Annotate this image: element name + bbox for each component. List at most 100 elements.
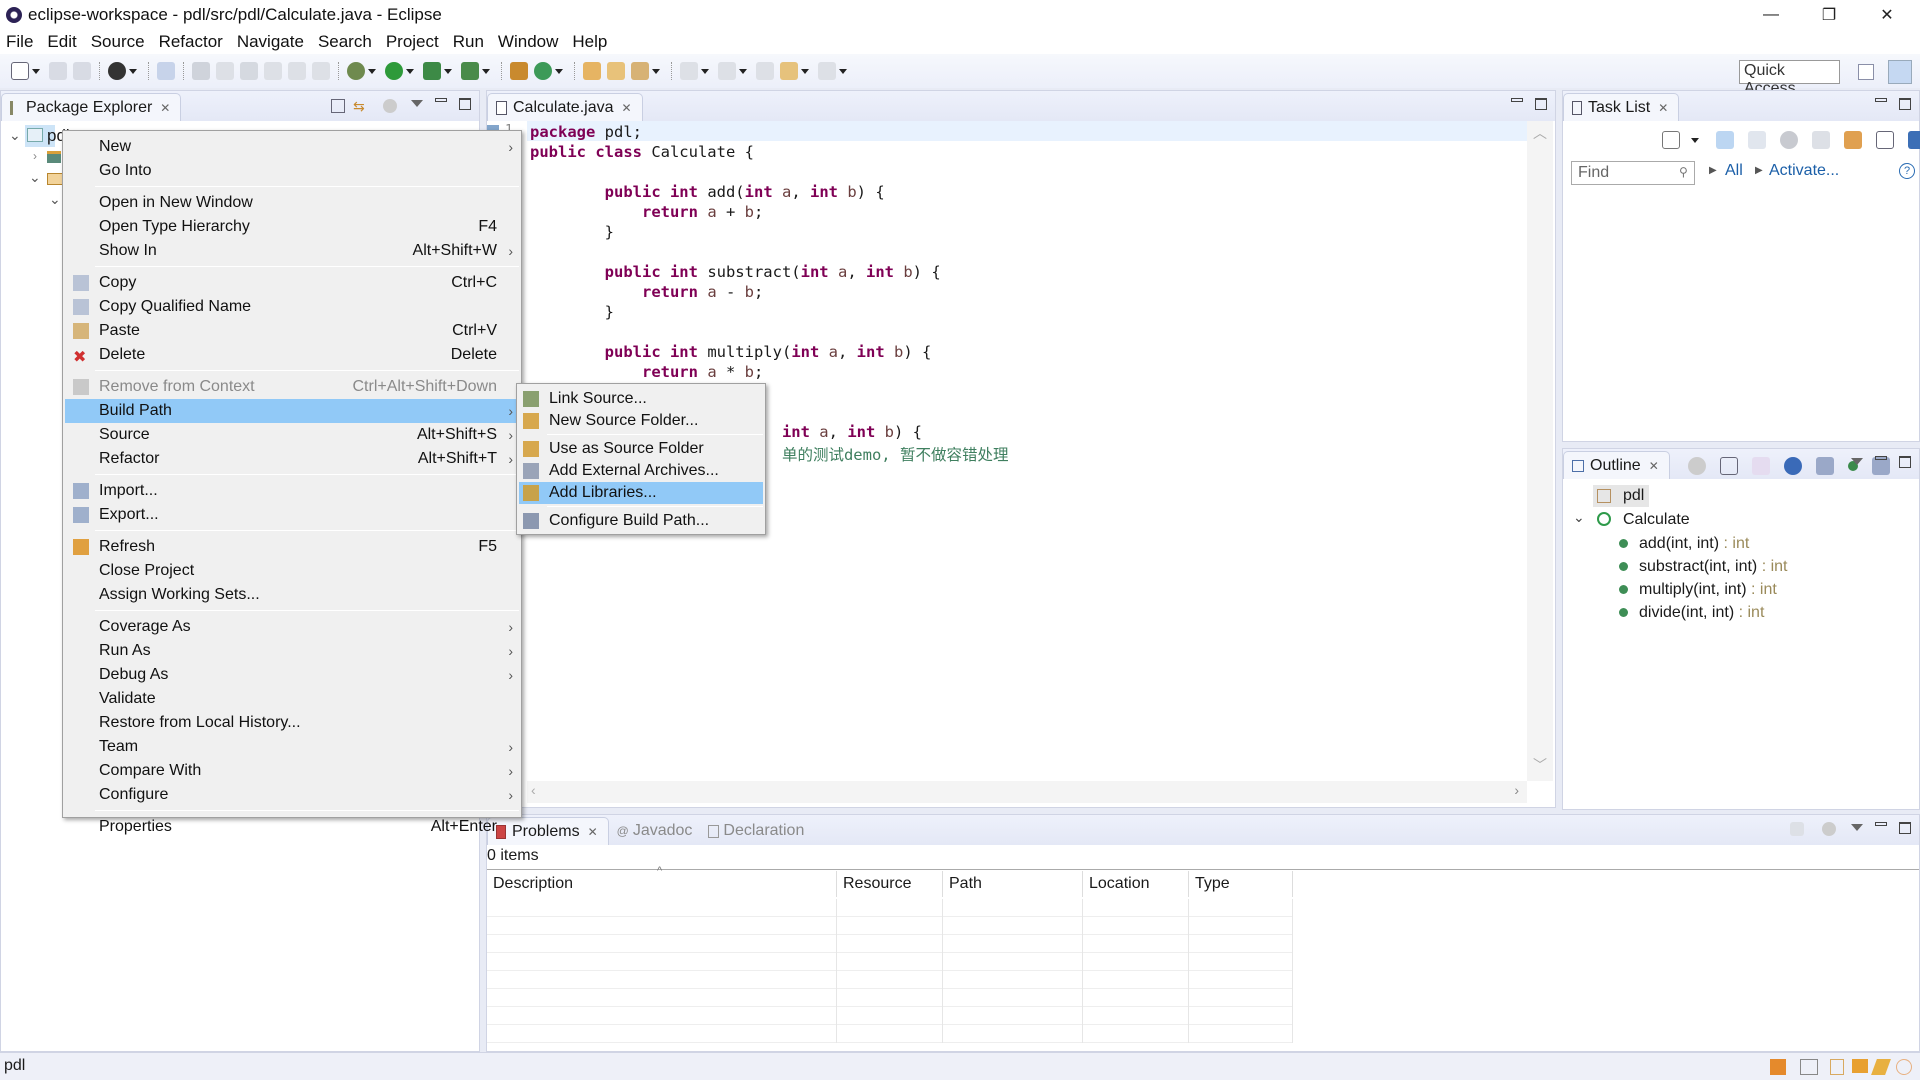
open-task-icon[interactable] (607, 62, 625, 80)
debug-dropdown-icon[interactable] (368, 68, 376, 74)
profile-icon[interactable] (108, 62, 126, 80)
menu-item-coverage-as[interactable]: Coverage As › (65, 615, 519, 639)
back-dropdown-icon[interactable] (801, 68, 809, 74)
focus-workweek-icon[interactable] (1780, 131, 1798, 149)
new-task-dropdown-icon[interactable] (1691, 137, 1699, 143)
smiley-icon[interactable] (1896, 1059, 1912, 1075)
scheduled-icon[interactable] (1748, 131, 1766, 149)
menu-item-configure[interactable]: Configure › (65, 783, 519, 807)
close-button[interactable]: ✕ (1858, 0, 1916, 30)
focus-task-icon[interactable] (1688, 457, 1706, 475)
tab-task-list[interactable]: Task List ✕ (1563, 93, 1680, 121)
menu-edit[interactable]: Edit (47, 32, 76, 52)
new-task-icon[interactable] (1662, 131, 1680, 149)
search-dropdown-icon[interactable] (652, 68, 660, 74)
expand-chevron-icon[interactable]: ⌄ (49, 191, 61, 208)
menu-item-paste[interactable]: Paste Ctrl+V (65, 319, 519, 343)
menu-search[interactable]: Search (318, 32, 372, 52)
menu-item-build-path[interactable]: Build Path › (65, 399, 519, 423)
collapse-all-icon[interactable] (331, 99, 345, 113)
save-icon[interactable] (49, 62, 67, 80)
menu-item-show-in[interactable]: Show In Alt+Shift+W › (65, 239, 519, 263)
maximize-icon[interactable] (459, 98, 471, 110)
save-all-icon[interactable] (73, 62, 91, 80)
menu-item-debug-as[interactable]: Debug As › (65, 663, 519, 687)
submenu-item-configure-build-path[interactable]: Configure Build Path... (519, 510, 763, 532)
skip-breakpoints-icon[interactable] (157, 62, 175, 80)
search-icon[interactable] (631, 62, 649, 80)
menu-help[interactable]: Help (572, 32, 607, 52)
sort-icon[interactable] (1752, 457, 1770, 475)
close-icon[interactable]: ✕ (160, 101, 170, 115)
menu-source[interactable]: Source (91, 32, 145, 52)
link-with-editor-icon[interactable]: ⇆ (353, 98, 369, 114)
menu-item-import[interactable]: Import... (65, 479, 519, 503)
last-edit-icon[interactable] (756, 62, 774, 80)
scroll-left-icon[interactable]: ‹ (531, 782, 536, 798)
find-input[interactable]: Find (1571, 161, 1695, 185)
submenu-item-link-source[interactable]: Link Source... (519, 388, 763, 410)
new-java-project-icon[interactable] (510, 62, 528, 80)
collapsed-chevron-icon[interactable]: › (33, 149, 37, 163)
tasks-icon[interactable] (1800, 1059, 1818, 1075)
horizontal-scrollbar[interactable]: ‹ › (527, 781, 1527, 803)
book-icon[interactable] (1830, 1059, 1844, 1075)
menu-item-assign-working-sets[interactable]: Assign Working Sets... (65, 583, 519, 607)
tree-item-pdl[interactable]: pdl (25, 125, 70, 147)
submenu-item-add-external-archives[interactable]: Add External Archives... (519, 460, 763, 482)
back-icon[interactable] (780, 62, 798, 80)
menu-item-refactor[interactable]: Refactor Alt+Shift+T › (65, 447, 519, 471)
column-header-resource[interactable]: Resource (837, 871, 943, 897)
java-perspective-icon[interactable] (1888, 60, 1912, 84)
menu-refactor[interactable]: Refactor (159, 32, 223, 52)
forward-dropdown-icon[interactable] (839, 68, 847, 74)
menu-item-close-project[interactable]: Close Project (65, 559, 519, 583)
close-icon[interactable]: ✕ (1649, 459, 1659, 473)
maximize-icon[interactable] (1899, 456, 1911, 468)
menu-item-open-in-new-window[interactable]: Open in New Window (65, 191, 519, 215)
coverage-icon[interactable] (423, 62, 441, 80)
close-icon[interactable]: ✕ (1658, 101, 1668, 115)
view-menu-icon[interactable] (1851, 824, 1863, 831)
profile-dropdown-icon[interactable] (129, 68, 137, 74)
menu-run[interactable]: Run (453, 32, 484, 52)
prev-annotation-dropdown-icon[interactable] (739, 68, 747, 74)
expand-chevron-icon[interactable]: ⌄ (29, 169, 41, 186)
menu-item-restore-from-local-history[interactable]: Restore from Local History... (65, 711, 519, 735)
forward-icon[interactable] (818, 62, 836, 80)
all-link[interactable]: All (1725, 162, 1743, 180)
show-mine-icon[interactable] (1844, 131, 1862, 149)
menu-item-new[interactable]: New › (65, 135, 519, 159)
expand-chevron-icon[interactable]: ⌄ (1573, 509, 1585, 526)
scroll-up-icon[interactable]: ︿ (1533, 123, 1547, 143)
help-icon[interactable]: ? (1899, 163, 1915, 179)
collapse-all-icon[interactable] (1720, 457, 1738, 475)
edit-icon[interactable] (216, 62, 234, 80)
focus-task-icon[interactable] (1822, 822, 1836, 836)
column-header-path[interactable]: Path (943, 871, 1083, 897)
scroll-down-icon[interactable]: ﹀ (1533, 755, 1547, 775)
new-dropdown-icon[interactable] (32, 68, 40, 74)
view-menu-icon[interactable] (411, 100, 423, 107)
open-perspective-icon[interactable] (1858, 64, 1874, 80)
synchronize-icon[interactable] (1908, 131, 1920, 149)
scroll-right-icon[interactable]: › (1514, 782, 1519, 798)
menu-item-run-as[interactable]: Run As › (65, 639, 519, 663)
tab-outline[interactable]: Outline ✕ (1563, 451, 1670, 479)
tab-package-explorer[interactable]: Package Explorer ✕ (1, 93, 182, 121)
maximize-icon[interactable] (1899, 98, 1911, 110)
menu-item-compare-with[interactable]: Compare With › (65, 759, 519, 783)
menu-item-copy-qualified-name[interactable]: Copy Qualified Name (65, 295, 519, 319)
new-icon[interactable] (11, 62, 29, 80)
tab-declaration[interactable]: Declaration (700, 817, 812, 845)
collapse-all-icon[interactable] (1876, 131, 1894, 149)
breadcrumb-icon[interactable] (240, 62, 258, 80)
minimize-icon[interactable] (1875, 98, 1887, 102)
minimize-icon[interactable] (1511, 98, 1523, 102)
hide-static-icon[interactable] (1816, 457, 1834, 475)
minimize-button[interactable]: — (1742, 0, 1800, 30)
menu-item-properties[interactable]: Properties Alt+Enter (65, 815, 519, 839)
new-class-dropdown-icon[interactable] (555, 68, 563, 74)
block-selection-icon[interactable] (264, 62, 282, 80)
submenu-item-add-libraries[interactable]: Add Libraries... (519, 482, 763, 504)
